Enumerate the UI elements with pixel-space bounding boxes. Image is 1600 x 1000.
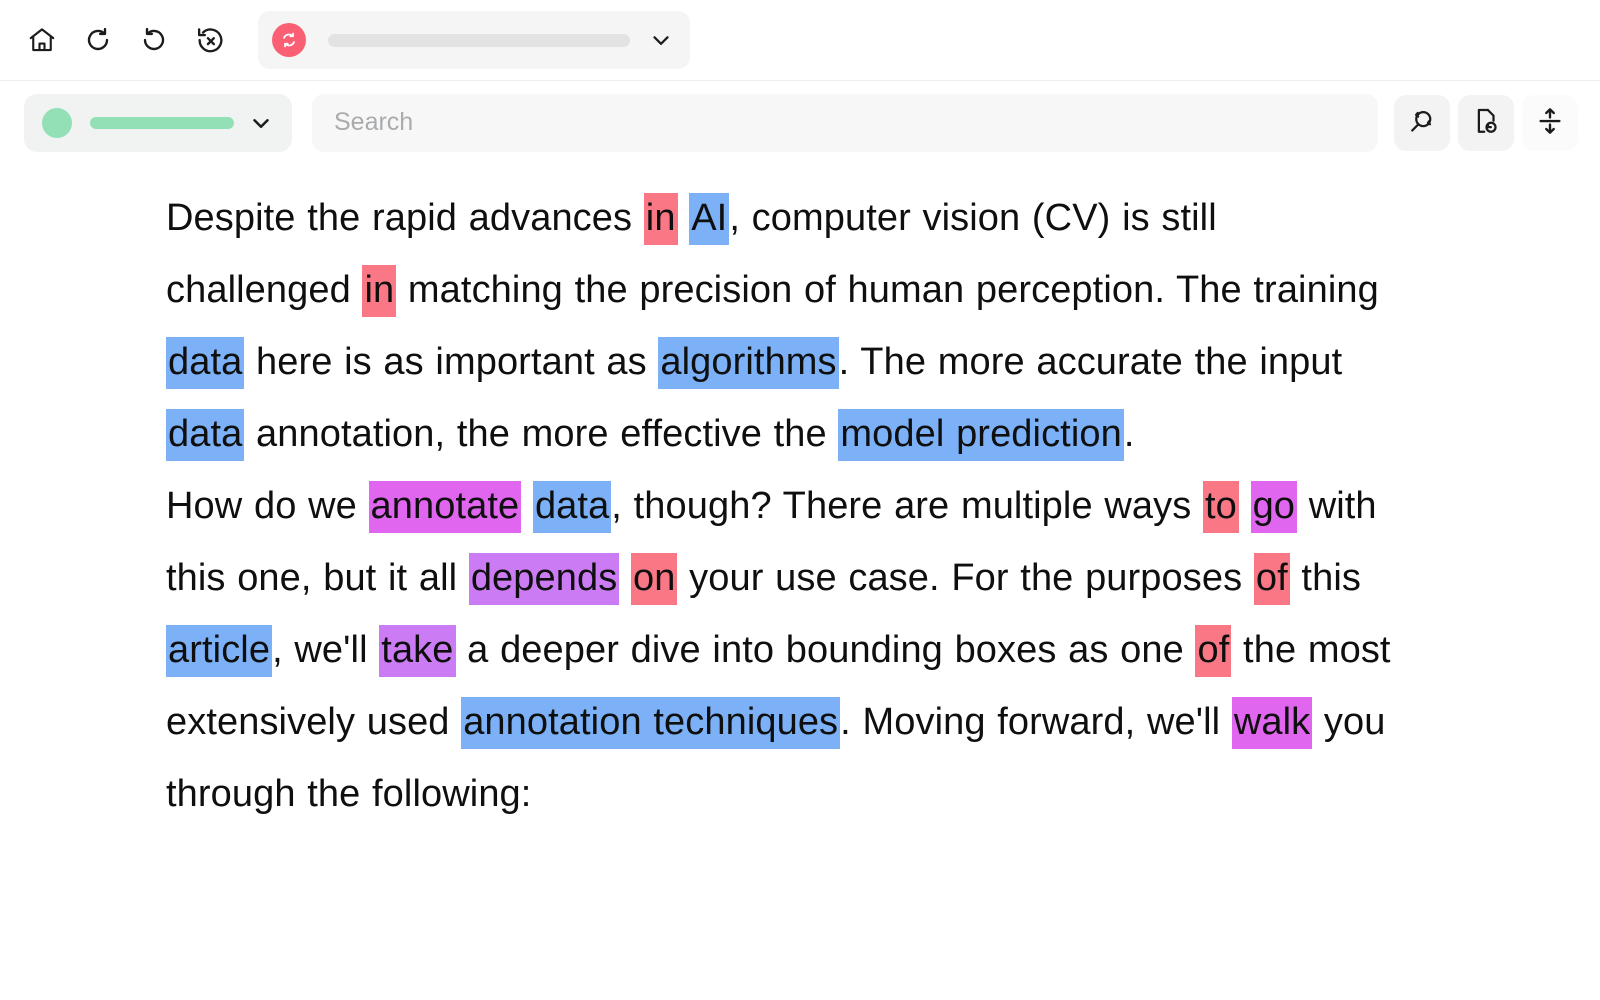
chevron-down-icon[interactable] <box>648 27 674 53</box>
expand-vertical-icon <box>1535 106 1565 139</box>
highlight-violet[interactable]: take <box>379 625 456 677</box>
highlight-magenta[interactable]: walk <box>1231 697 1313 749</box>
highlight-blue[interactable]: model prediction <box>838 409 1124 461</box>
toolbar-actions <box>1394 94 1578 151</box>
secondary-toolbar <box>0 81 1600 164</box>
paragraph-1[interactable]: Despite the rapid advances in AI, comput… <box>166 182 1400 470</box>
chevron-down-icon[interactable] <box>248 110 274 136</box>
highlight-red[interactable]: of <box>1195 625 1232 677</box>
highlight-red[interactable]: to <box>1202 481 1239 533</box>
undo-button[interactable] <box>70 12 126 68</box>
highlight-blue[interactable]: AI <box>689 193 730 245</box>
highlight-red[interactable]: of <box>1253 553 1290 605</box>
highlight-red[interactable]: in <box>643 193 678 245</box>
expand-vertical-button[interactable] <box>1522 94 1578 151</box>
reset-history-icon <box>195 25 226 56</box>
document-name-placeholder <box>328 33 630 47</box>
highlight-red[interactable]: in <box>362 265 397 317</box>
search-refresh-button[interactable] <box>1394 94 1450 151</box>
label-selector[interactable] <box>24 93 292 152</box>
highlight-magenta[interactable]: annotate <box>368 481 522 533</box>
sync-circle-icon <box>272 23 306 57</box>
highlight-blue[interactable]: data <box>166 337 245 389</box>
highlight-red[interactable]: on <box>631 553 678 605</box>
label-color-dot <box>42 107 72 138</box>
home-icon <box>27 25 57 55</box>
redo-icon <box>139 25 169 55</box>
highlight-blue[interactable]: annotation techniques <box>461 697 841 749</box>
paragraph-2[interactable]: How do we annotate data, though? There a… <box>166 470 1400 830</box>
search-input[interactable] <box>332 107 1358 138</box>
reset-button[interactable] <box>182 12 238 68</box>
highlight-blue[interactable]: article <box>166 625 273 677</box>
document-selector[interactable] <box>258 11 690 69</box>
highlight-blue[interactable]: data <box>166 409 245 461</box>
document-refresh-button[interactable] <box>1458 94 1514 151</box>
highlight-blue[interactable]: data <box>532 481 612 533</box>
document-text[interactable]: Despite the rapid advances in AI, comput… <box>0 164 1600 830</box>
label-name-placeholder <box>90 116 234 129</box>
search-field-wrapper[interactable] <box>312 93 1378 152</box>
highlight-blue[interactable]: algorithms <box>658 337 839 389</box>
highlight-violet[interactable]: depends <box>468 553 620 605</box>
top-toolbar <box>0 0 1600 81</box>
redo-button[interactable] <box>126 12 182 68</box>
document-refresh-icon <box>1471 106 1501 139</box>
search-refresh-icon <box>1407 106 1437 139</box>
highlight-magenta[interactable]: go <box>1250 481 1298 533</box>
undo-icon <box>83 25 113 55</box>
home-button[interactable] <box>14 12 70 68</box>
